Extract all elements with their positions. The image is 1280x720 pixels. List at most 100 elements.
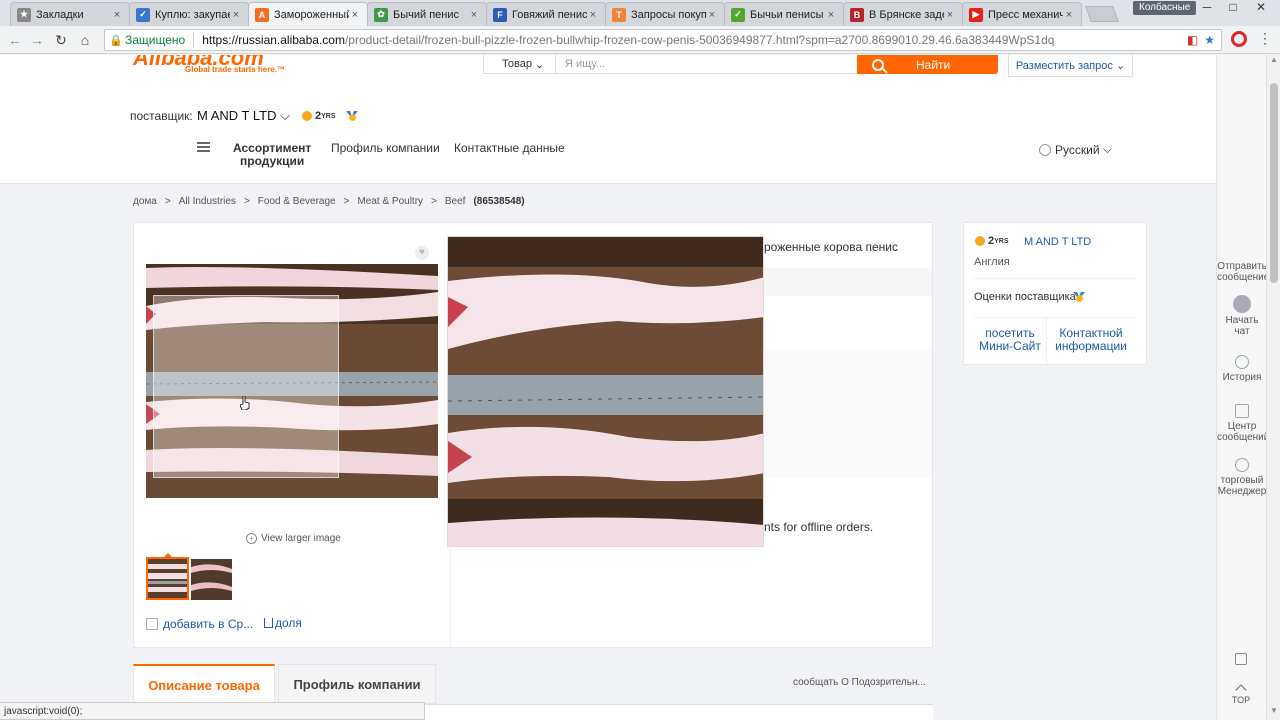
- medal-icon: [346, 111, 358, 121]
- product-title: роженные корова пенис: [764, 240, 898, 254]
- scroll-down-arrow-icon[interactable]: ▼: [1267, 706, 1280, 720]
- tab-frozen[interactable]: A Замороженный ×: [248, 2, 368, 26]
- breadcrumb-food-beverage[interactable]: Food & Beverage: [258, 196, 336, 207]
- back-arrow-icon[interactable]: ←: [6, 31, 24, 49]
- home-icon[interactable]: ⌂: [76, 31, 94, 49]
- breadcrumb-sep: >: [164, 196, 171, 207]
- check-green-icon: ✓: [731, 7, 745, 22]
- tab-title: Бычьи пенисы: [750, 8, 824, 21]
- tab-bychi[interactable]: ✓ Бычьи пенисы ×: [724, 2, 844, 26]
- report-suspicious-link[interactable]: сообщать О Подозрительн...: [793, 677, 926, 688]
- visit-minisite-link[interactable]: посетить Мини-Сайт: [966, 327, 1054, 353]
- supplier-name-dropdown[interactable]: M AND T LTD ⌵: [197, 108, 290, 124]
- opera-icon[interactable]: [1231, 31, 1247, 47]
- post-request-button[interactable]: Разместить запрос ⌄: [1008, 55, 1133, 77]
- address-bar[interactable]: 🔒 Защищено https://russian.alibaba.com/p…: [104, 29, 1222, 51]
- bookmark-star-icon[interactable]: ★: [1204, 33, 1215, 47]
- thumbnail-2[interactable]: [191, 559, 232, 600]
- add-to-compare[interactable]: добавить в Ср...: [146, 617, 253, 631]
- star-icon: ★: [17, 7, 31, 22]
- tab-close-icon[interactable]: ×: [111, 9, 123, 21]
- breadcrumb-all-industries[interactable]: All Industries: [179, 196, 236, 207]
- trade-manager-button[interactable]: торговый Менеджер: [1217, 458, 1266, 497]
- search-icon: [872, 58, 884, 71]
- tab-bychiy[interactable]: ✿ Бычий пенис ×: [367, 2, 487, 26]
- tab-close-icon[interactable]: ×: [349, 9, 361, 21]
- tab-close-icon[interactable]: ×: [706, 9, 718, 21]
- tab-title: Закладки: [36, 8, 84, 21]
- side-rating-label: Оценки поставщика:: [974, 291, 1079, 303]
- start-chat-button[interactable]: Начать чат: [1217, 295, 1266, 337]
- search-box[interactable]: Товар ⌄ Я ищу...: [483, 55, 858, 74]
- tab-close-icon[interactable]: ×: [468, 9, 480, 21]
- search-button[interactable]: Найти: [857, 55, 998, 74]
- send-message-button[interactable]: Отправить сообщение: [1217, 261, 1266, 283]
- new-tab-button[interactable]: [1085, 6, 1119, 22]
- breadcrumb-beef[interactable]: Beef: [445, 196, 466, 207]
- breadcrumb-count: (86538548): [473, 196, 525, 207]
- category-menu-icon[interactable]: [197, 142, 210, 152]
- tab-close-icon[interactable]: ×: [230, 9, 242, 21]
- tab-company-profile[interactable]: Профиль компании: [278, 664, 436, 704]
- tab-close-icon[interactable]: ×: [944, 9, 956, 21]
- side-country: Англия: [974, 256, 1010, 268]
- history-button[interactable]: История: [1217, 355, 1266, 383]
- scroll-up-arrow-icon[interactable]: ▲: [1267, 55, 1280, 69]
- site-settings-icon[interactable]: ◧: [1187, 33, 1198, 47]
- scrollbar-thumb[interactable]: [1270, 83, 1278, 283]
- tab-close-icon[interactable]: ×: [1063, 9, 1075, 21]
- side-years-badge: 2 YRS: [975, 235, 1009, 247]
- status-bar: javascript:void(0);: [0, 702, 425, 720]
- tab-close-icon[interactable]: ×: [587, 9, 599, 21]
- tab-bryansk[interactable]: B В Брянске задержали×: [843, 2, 963, 26]
- share-icon: [264, 618, 273, 628]
- tab-bookmarks[interactable]: ★ Закладки ×: [10, 2, 130, 26]
- tab-govyazhiy[interactable]: F Говяжий пенис ×: [486, 2, 606, 26]
- chat-avatar-icon: [1233, 295, 1251, 313]
- url-host: https://russian.alibaba.com: [202, 33, 345, 47]
- zoom-lens[interactable]: [153, 295, 339, 478]
- feedback-icon[interactable]: [1235, 653, 1247, 665]
- view-larger-image-link[interactable]: + View larger image: [246, 533, 341, 544]
- gold-coin-icon: [302, 111, 312, 121]
- breadcrumb: дома > All Industries > Food & Beverage …: [133, 196, 525, 207]
- breadcrumb-home[interactable]: дома: [133, 196, 157, 207]
- forward-arrow-icon[interactable]: →: [28, 31, 46, 49]
- url-path: /product-detail/frozen-bull-pizzle-froze…: [344, 33, 1055, 47]
- tab-zaprosy[interactable]: T Запросы покупателей×: [605, 2, 725, 26]
- details-block: [764, 350, 932, 478]
- compare-checkbox[interactable]: [146, 618, 158, 630]
- profile-chip[interactable]: Колбасные: [1133, 1, 1197, 15]
- favorite-heart-icon[interactable]: ♥: [415, 246, 429, 260]
- tab-kuplyu[interactable]: ✓ Куплю: закупаем×: [129, 2, 249, 26]
- page-scrollbar[interactable]: ▲ ▼: [1266, 55, 1280, 720]
- nav-company-profile[interactable]: Профиль компании: [331, 142, 440, 155]
- message-center-button[interactable]: Центр сообщений: [1217, 404, 1266, 443]
- logo-tagline: Global trade starts here.™: [185, 65, 286, 74]
- share-link[interactable]: доля: [264, 616, 302, 630]
- language-select[interactable]: Русский ⌵: [1039, 142, 1112, 157]
- years-badge: 2 YRS: [302, 110, 336, 122]
- thumbnail-1[interactable]: [146, 557, 189, 600]
- tab-close-icon[interactable]: ×: [825, 9, 837, 21]
- close-window-button[interactable]: ✕: [1250, 0, 1272, 16]
- menu-dots-icon[interactable]: ⋮: [1258, 30, 1272, 47]
- minimize-button[interactable]: ─: [1196, 0, 1218, 16]
- back-to-top-button[interactable]: TOP: [1216, 684, 1266, 705]
- check-box-icon: ✓: [136, 7, 150, 22]
- breadcrumb-meat-poultry[interactable]: Meat & Poultry: [357, 196, 423, 207]
- nav-products[interactable]: Ассортимент продукции: [233, 142, 311, 168]
- tab-product-description[interactable]: Описание товара: [133, 664, 275, 704]
- contact-info-link[interactable]: Контактной информации: [1047, 327, 1135, 353]
- search-category-select[interactable]: Товар ⌄: [484, 55, 556, 73]
- reload-icon[interactable]: ↻: [52, 31, 70, 49]
- up-caret-icon: [1235, 684, 1247, 696]
- tab-press[interactable]: ▶ Пресс механический×: [962, 2, 1082, 26]
- maximize-button[interactable]: □: [1222, 0, 1244, 16]
- side-company-link[interactable]: M AND T LTD: [1024, 236, 1091, 248]
- breadcrumb-sep: >: [343, 196, 350, 207]
- nav-contacts[interactable]: Контактные данные: [454, 142, 565, 155]
- breadcrumb-sep: >: [243, 196, 250, 207]
- search-input[interactable]: Я ищу...: [556, 58, 605, 70]
- right-rail: Отправить сообщение Начать чат История Цен…: [1216, 55, 1266, 720]
